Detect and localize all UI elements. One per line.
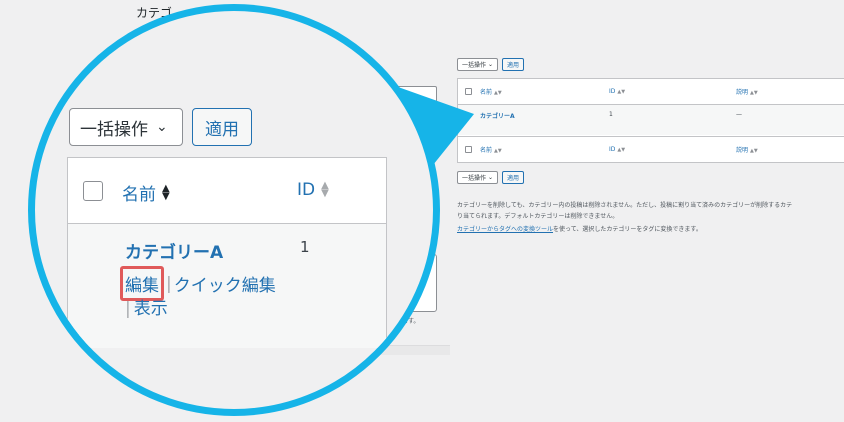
sort-icon: ▲▼ — [321, 180, 329, 199]
quick-edit-link[interactable]: クイック編集 — [174, 271, 276, 296]
chevron-down-icon: ⌄ — [156, 119, 168, 135]
sort-icon: ▲▼ — [162, 182, 170, 202]
action-separator: | — [166, 273, 172, 294]
zoomed-bulk-action-select[interactable]: 一括操作 ⌄ — [69, 108, 183, 146]
column-name[interactable]: 名前 ▲ ▼ — [122, 180, 170, 205]
screenshot-stage: カテゴ これ れます。 一括操作 ⌄ 適用 名前▲▼ ID▲▼ 説明▲▼ カテゴ… — [0, 0, 844, 422]
action-separator: | — [125, 299, 131, 319]
zoomed-table-header: 名前 ▲ ▼ ID ▲ ▼ — [68, 158, 386, 224]
table-row: カテゴリーA 1 編集 | クイック編集 | 表示 — [68, 224, 386, 348]
zoomed-apply-button[interactable]: 適用 — [192, 108, 252, 146]
column-id[interactable]: ID ▲ ▼ — [297, 180, 329, 200]
select-all-checkbox[interactable] — [83, 181, 103, 201]
zoomed-categories-table: 名前 ▲ ▼ ID ▲ ▼ カテゴリーA 1 編集 | クイック編集 | 表示 — [67, 157, 387, 348]
view-link[interactable]: 表示 — [134, 299, 168, 319]
zoom-lens: 一括操作 ⌄ 適用 名前 ▲ ▼ ID ▲ ▼ カテゴリーA 1 編集 | クイ… — [28, 4, 440, 416]
category-name-link[interactable]: カテゴリーA — [125, 238, 223, 263]
row-actions-view: | 表示 — [125, 294, 168, 319]
zoomed-bulk-action-label: 一括操作 — [80, 119, 148, 140]
category-id: 1 — [300, 238, 310, 256]
